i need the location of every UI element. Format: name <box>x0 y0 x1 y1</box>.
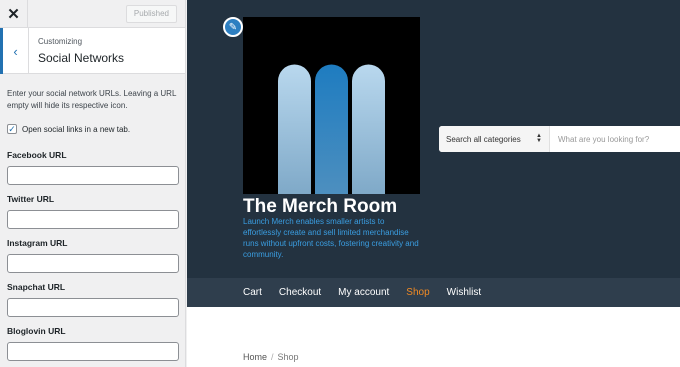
site-header: ✎ The Merch Room Launch Merch enables sm… <box>187 0 680 278</box>
breadcrumb-current: Shop <box>277 352 299 362</box>
nav-item-shop[interactable]: Shop <box>406 287 429 298</box>
nav-item-cart[interactable]: Cart <box>243 287 262 298</box>
site-logo[interactable] <box>243 17 420 194</box>
bloglovin-url-input[interactable] <box>7 342 179 361</box>
pencil-icon[interactable]: ✎ <box>223 17 243 37</box>
section-subtitle: Customizing <box>38 37 83 46</box>
bloglovin-url-field: Bloglovin URL <box>7 326 179 361</box>
logo-arches-icon <box>278 64 385 194</box>
category-select[interactable]: Search all categories ▲ ▼ <box>439 126 550 152</box>
breadcrumb: Home / Shop <box>243 352 299 362</box>
twitter-url-input[interactable] <box>7 210 179 229</box>
nav-item-checkout[interactable]: Checkout <box>279 287 321 298</box>
chevron-left-icon[interactable]: ‹ <box>0 28 29 74</box>
field-label: Twitter URL <box>7 194 55 204</box>
site-tagline: Launch Merch enables smaller artists to … <box>243 217 419 259</box>
breadcrumb-home[interactable]: Home <box>243 352 267 362</box>
snapchat-url-field: Snapchat URL <box>7 282 179 317</box>
product-search: Search all categories ▲ ▼ What are you lo… <box>439 126 680 152</box>
section-description: Enter your social network URLs. Leaving … <box>7 89 177 110</box>
field-label: Instagram URL <box>7 238 68 248</box>
instagram-url-field: Instagram URL <box>7 238 179 273</box>
nav-item-my-account[interactable]: My account <box>338 287 389 298</box>
published-button[interactable]: Published <box>125 5 177 23</box>
section-header: ‹ Customizing Social Networks <box>0 28 185 74</box>
nav-item-wishlist[interactable]: Wishlist <box>447 287 481 298</box>
section-title: Social Networks <box>38 51 125 65</box>
field-label: Facebook URL <box>7 150 67 160</box>
close-icon[interactable]: ✕ <box>0 0 28 28</box>
checkbox-label: Open social links in a new tab. <box>22 124 131 134</box>
select-arrows-icon: ▲ ▼ <box>536 133 542 144</box>
instagram-url-input[interactable] <box>7 254 179 273</box>
primary-nav: Cart Checkout My account Shop Wishlist <box>187 278 680 307</box>
category-select-label: Search all categories <box>446 134 521 144</box>
breadcrumb-separator: / <box>271 352 274 362</box>
field-label: Bloglovin URL <box>7 326 66 336</box>
site-preview: ✎ The Merch Room Launch Merch enables sm… <box>187 0 680 367</box>
twitter-url-field: Twitter URL <box>7 194 179 229</box>
site-title[interactable]: The Merch Room <box>243 196 397 218</box>
search-input[interactable]: What are you looking for? <box>550 126 680 152</box>
customizer-header: ✕ Published <box>0 0 185 28</box>
facebook-url-field: Facebook URL <box>7 150 179 185</box>
snapchat-url-input[interactable] <box>7 298 179 317</box>
customizer-sidebar: ✕ Published ‹ Customizing Social Network… <box>0 0 186 367</box>
open-new-tab-option[interactable]: ✓ Open social links in a new tab. <box>7 124 130 134</box>
field-label: Snapchat URL <box>7 282 66 292</box>
facebook-url-input[interactable] <box>7 166 179 185</box>
open-new-tab-checkbox[interactable]: ✓ <box>7 124 17 134</box>
